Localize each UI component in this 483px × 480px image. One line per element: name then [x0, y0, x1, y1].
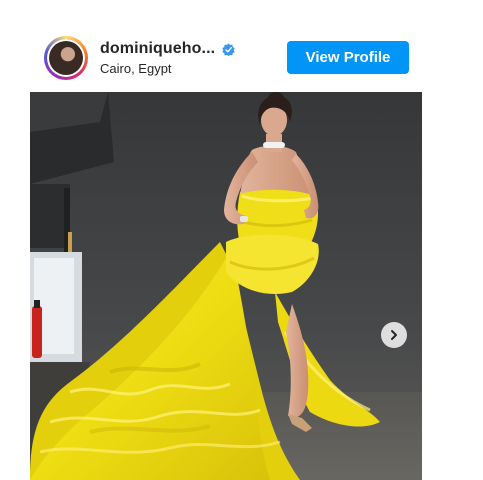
next-photo-button[interactable]	[381, 322, 407, 348]
chevron-right-icon	[391, 330, 397, 340]
username[interactable]: dominiqueho...	[100, 40, 215, 58]
view-profile-button[interactable]: View Profile	[287, 41, 409, 74]
user-info: dominiqueho... Cairo, Egypt	[100, 39, 280, 76]
location[interactable]: Cairo, Egypt	[100, 61, 280, 76]
instagram-embed: dominiqueho... Cairo, Egypt View Profile	[30, 22, 422, 480]
post-photo[interactable]	[30, 92, 422, 480]
photo-illustration	[30, 92, 422, 480]
avatar-image	[47, 39, 85, 77]
post-header: dominiqueho... Cairo, Egypt View Profile	[30, 22, 422, 90]
avatar[interactable]	[44, 36, 88, 80]
verified-badge-icon	[222, 42, 235, 56]
username-row: dominiqueho...	[100, 39, 280, 59]
